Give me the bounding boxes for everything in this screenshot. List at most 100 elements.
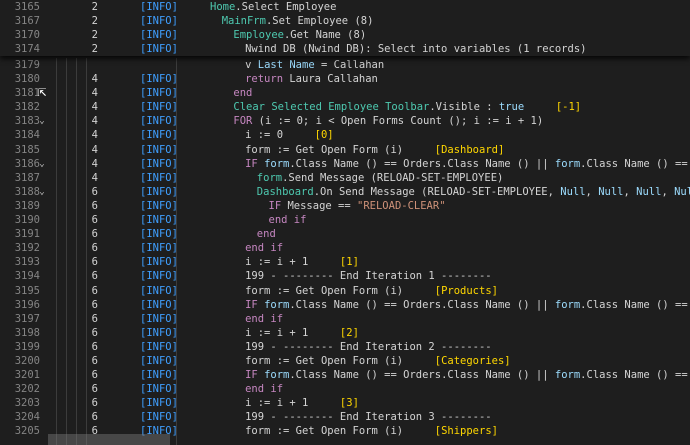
line-number: 3180: [14, 73, 40, 86]
line-number: 3183: [14, 115, 40, 128]
code-line[interactable]: 3187 4 [INFO] form.Send Message (RELOAD-SET…: [0, 171, 690, 185]
code-token: v: [245, 59, 258, 71]
sticky-scroll-header[interactable]: 3165 2 [INFO] Home.Select Employee 3167 2 [INF…: [0, 0, 690, 56]
line-number: 3179: [14, 59, 40, 71]
code-token: [1]: [339, 256, 359, 269]
code-token: end: [233, 87, 253, 100]
fold-chevron-icon[interactable]: ⌄: [36, 157, 48, 171]
line-number: 3202: [14, 383, 40, 396]
code-token: Clear Selected Employee Toolbar: [233, 101, 430, 114]
log-tag: [INFO]: [140, 157, 178, 170]
code-text: IF form.Class Name () == Orders.Class Na…: [245, 298, 690, 312]
log-tag: [INFO]: [140, 228, 178, 241]
log-tag: [INFO]: [140, 15, 178, 28]
log-tag: [INFO]: [140, 326, 178, 339]
fold-chevron-icon[interactable]: ⌄: [36, 114, 48, 128]
code-line[interactable]: 3179 v Last Name = Callahan: [0, 58, 690, 72]
code-token: form := Get Open Form (i): [245, 143, 435, 156]
code-line[interactable]: 3167 2 [INFO] MainFrm.Set Employee (8): [0, 14, 690, 28]
code-line[interactable]: 3180 4 [INFO] return Laura Callahan: [0, 72, 690, 86]
code-token: FOR: [233, 115, 253, 128]
log-level-number: 4: [91, 129, 98, 142]
code-line[interactable]: 3183 ⌄ 4 [INFO] FOR (i := 0; i < Open Forms …: [0, 114, 690, 128]
code-line[interactable]: 3185 4 [INFO] form := Get Open Form (i) [Da…: [0, 143, 690, 157]
code-token: .Get Name (8): [283, 29, 367, 42]
code-line[interactable]: 3196 6 [INFO] IF form.Class Name () == Orde…: [0, 298, 690, 312]
line-number: 3198: [14, 326, 40, 339]
code-token: end if: [245, 383, 284, 396]
log-level-number: 6: [91, 199, 98, 212]
log-level-number: 6: [91, 298, 98, 311]
code-line[interactable]: 3200 6 [INFO] form := Get Open Form (i) [Ca…: [0, 354, 690, 368]
log-tag: [INFO]: [140, 383, 178, 396]
code-line[interactable]: 3197 6 [INFO] end if: [0, 312, 690, 326]
code-token: [Shippers]: [434, 425, 498, 438]
code-token: [Categories]: [434, 354, 511, 367]
code-line[interactable]: 3188 ⌄ 6 [INFO] Dashboard.On Send Message (R…: [0, 185, 690, 199]
code-text: IF form.Class Name () == Orders.Class Na…: [245, 368, 690, 382]
code-line[interactable]: 3195 6 [INFO] form := Get Open Form (i) [Pr…: [0, 284, 690, 298]
line-number: 3165: [14, 1, 40, 13]
code-editor[interactable]: 3165 2 [INFO] Home.Select Employee 3167 2 [INF…: [0, 0, 690, 445]
code-line[interactable]: 3182 4 [INFO] Clear Selected Employee Toolb…: [0, 100, 690, 114]
code-line[interactable]: 3199 6 [INFO] 199 - -------- End Iteration …: [0, 340, 690, 354]
log-level-number: 6: [91, 185, 98, 198]
code-token: Last Name: [257, 59, 315, 71]
code-line[interactable]: 3194 6 [INFO] 199 - -------- End Iteration …: [0, 269, 690, 283]
log-level-number: 6: [91, 242, 98, 255]
code-line[interactable]: 3192 6 [INFO] end if: [0, 241, 690, 255]
code-text: 199 - -------- End Iteration 3 --------: [245, 410, 492, 424]
code-token: return: [245, 73, 290, 86]
log-tag: [INFO]: [140, 369, 178, 382]
code-token: [-1]: [555, 101, 582, 114]
line-number: 3167: [14, 15, 40, 28]
code-token: IF: [245, 369, 265, 382]
log-tag: [INFO]: [140, 101, 178, 114]
line-number: 3193: [14, 256, 40, 269]
code-text: end if: [245, 382, 283, 396]
code-text: return Laura Callahan: [245, 72, 378, 86]
code-token: 199 - -------- End Iteration 1 --------: [245, 270, 492, 283]
code-line[interactable]: 3189 6 [INFO] IF Message == "RELOAD-CLEAR": [0, 199, 690, 213]
code-line[interactable]: 3165 2 [INFO] Home.Select Employee: [0, 0, 690, 14]
code-line[interactable]: 3186 ⌄ 4 [INFO] IF form.Class Name () == Ord…: [0, 157, 690, 171]
code-line[interactable]: 3204 6 [INFO] 199 - -------- End Iteration …: [0, 410, 690, 424]
code-line[interactable]: 3181 4 [INFO] end: [0, 86, 690, 100]
line-number: 3184: [14, 129, 40, 142]
code-text: i := 0 [0]: [245, 128, 334, 142]
log-tag: [INFO]: [140, 73, 178, 86]
log-level-number: 6: [91, 340, 98, 353]
code-token: end if: [245, 312, 284, 325]
code-line[interactable]: 3174 2 [INFO] Nwind DB (Nwind DB): Select i…: [0, 42, 690, 56]
line-number: 3186: [14, 157, 40, 170]
code-text: form := Get Open Form (i) [Categories]: [245, 354, 511, 368]
code-line[interactable]: 3198 6 [INFO] i := i + 1 [2]: [0, 326, 690, 340]
code-line[interactable]: 3190 6 [INFO] end if: [0, 213, 690, 227]
log-level-number: 6: [91, 284, 98, 297]
code-token: .On Send Message (RELOAD-SET-EMPLOYEE,: [313, 185, 561, 198]
line-number: 3185: [14, 143, 40, 156]
code-line[interactable]: 3193 6 [INFO] i := i + 1 [1]: [0, 255, 690, 269]
code-line[interactable]: 3203 6 [INFO] i := i + 1 [3]: [0, 396, 690, 410]
fold-chevron-icon[interactable]: ⌄: [36, 185, 48, 199]
code-token: Dashboard: [256, 185, 314, 198]
line-number: 3170: [14, 29, 40, 42]
horizontal-scrollbar-thumb[interactable]: [48, 434, 170, 445]
code-line[interactable]: 3201 6 [INFO] IF form.Class Name () == Orde…: [0, 368, 690, 382]
code-lines[interactable]: 3179 v Last Name = Callahan 3180 4 [INFO] ret…: [0, 58, 690, 439]
code-line[interactable]: 3191 6 [INFO] end: [0, 227, 690, 241]
log-level-number: 4: [91, 101, 98, 114]
line-number: 3196: [14, 298, 40, 311]
line-number: 3204: [14, 411, 40, 424]
log-level-number: 4: [91, 87, 98, 100]
log-tag: [INFO]: [140, 256, 178, 269]
code-text: Dashboard.On Send Message (RELOAD-SET-EM…: [257, 185, 690, 199]
code-line[interactable]: 3184 4 [INFO] i := 0 [0]: [0, 128, 690, 142]
code-line[interactable]: 3170 2 [INFO] Employee.Get Name (8): [0, 28, 690, 42]
line-number: 3187: [14, 171, 40, 184]
code-token: ,: [661, 185, 675, 198]
code-line[interactable]: 3202 6 [INFO] end if: [0, 382, 690, 396]
code-text: Employee.Get Name (8): [233, 28, 366, 42]
code-text: FOR (i := 0; i < Open Forms Count (); i …: [233, 114, 543, 128]
